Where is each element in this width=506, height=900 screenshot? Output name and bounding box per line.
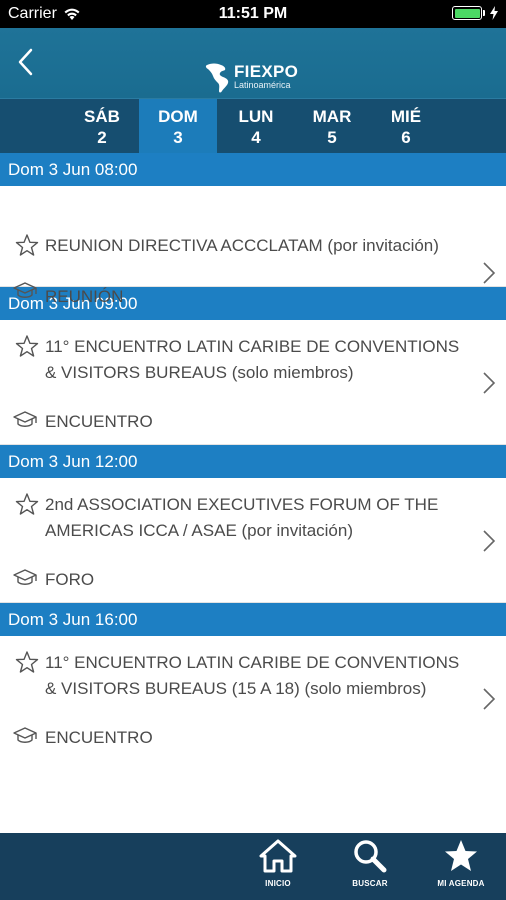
event-list: Dom 3 Jun 08:00 REUNION DIRECTIVA ACCCLA…	[0, 153, 506, 761]
tab-day-lun[interactable]: LUN 4	[217, 99, 295, 154]
event-title: 11° ENCUENTRO LATIN CARIBE DE CONVENTION…	[45, 337, 460, 382]
star-filled-icon	[445, 840, 477, 871]
star-outline-icon[interactable]	[14, 492, 40, 518]
graduation-cap-icon	[13, 282, 37, 298]
status-time: 11:51 PM	[218, 5, 288, 22]
day-tab-num: 5	[327, 128, 337, 147]
day-tabs: SÁB 2 DOM 3 LUN 4 MAR 5 MIÉ 6	[0, 98, 506, 154]
section-header: Dom 3 Jun 08:00	[0, 153, 506, 186]
event-title: REUNION DIRECTIVA ACCCLATAM (por invitac…	[45, 236, 439, 255]
battery-icon	[452, 6, 485, 20]
search-icon	[354, 840, 387, 873]
graduation-cap-icon	[13, 411, 37, 427]
event-type: FORO	[45, 570, 95, 589]
star-outline-icon[interactable]	[14, 233, 40, 259]
tab-inicio[interactable]: INICIO	[248, 839, 308, 888]
event-type: ENCUENTRO	[45, 728, 153, 747]
event-row[interactable]: REUNION DIRECTIVA ACCCLATAM (por invitac…	[0, 186, 506, 306]
chevron-left-icon	[18, 48, 33, 76]
logo-title: FIEXPO	[234, 62, 299, 81]
day-tab-num: 2	[97, 128, 107, 147]
day-tab-dow: MIÉ	[390, 107, 422, 126]
tab-day-mie[interactable]: MIÉ 6	[367, 99, 445, 154]
back-button[interactable]	[10, 44, 40, 80]
app-logo: FIEXPO Latinoamérica	[200, 61, 310, 95]
home-icon	[259, 839, 297, 873]
chevron-right-icon	[483, 372, 496, 394]
day-tab-num: 6	[401, 128, 411, 147]
day-tab-dow: LUN	[238, 107, 274, 126]
event-type: ENCUENTRO	[45, 412, 153, 431]
graduation-cap-icon	[13, 569, 37, 585]
tab-mi-agenda[interactable]: MI AGENDA	[431, 839, 491, 888]
nav-header: FIEXPO Latinoamérica	[0, 28, 506, 98]
event-title: 11° ENCUENTRO LATIN CARIBE DE CONVENTION…	[45, 653, 460, 698]
section-header: Dom 3 Jun 12:00	[0, 445, 506, 478]
americas-map-icon	[205, 63, 229, 93]
tab-day-sab[interactable]: SÁB 2	[63, 99, 141, 154]
tab-label: MI AGENDA	[437, 879, 485, 888]
charging-bolt-icon	[490, 6, 498, 20]
status-bar: Carrier 11:51 PM	[0, 0, 506, 28]
tab-buscar[interactable]: BUSCAR	[340, 839, 400, 888]
day-tab-dow: SÁB	[84, 107, 120, 126]
day-tab-num: 4	[251, 128, 261, 147]
battery-fill	[454, 8, 480, 18]
event-row[interactable]: 11° ENCUENTRO LATIN CARIBE DE CONVENTION…	[0, 320, 506, 445]
bottom-tab-bar: INICIO BUSCAR MI AGENDA	[0, 833, 506, 900]
tab-label: INICIO	[265, 879, 291, 888]
chevron-right-icon	[483, 530, 496, 552]
logo-subtitle: Latinoamérica	[234, 80, 291, 90]
graduation-cap-icon	[13, 727, 37, 743]
event-title: 2nd ASSOCIATION EXECUTIVES FORUM OF THE …	[45, 495, 439, 540]
tab-day-dom[interactable]: DOM 3	[139, 99, 217, 154]
day-tab-num: 3	[173, 128, 183, 147]
chevron-right-icon	[483, 262, 496, 284]
tab-label: BUSCAR	[352, 879, 388, 888]
status-right	[452, 6, 498, 20]
day-tab-dow: DOM	[158, 107, 198, 126]
tab-day-mar[interactable]: MAR 5	[293, 99, 371, 154]
star-outline-icon[interactable]	[14, 650, 40, 676]
event-type: REUNIÓN	[45, 287, 124, 306]
event-row[interactable]: 2nd ASSOCIATION EXECUTIVES FORUM OF THE …	[0, 478, 506, 603]
chevron-right-icon	[483, 688, 496, 710]
section-header: Dom 3 Jun 16:00	[0, 603, 506, 636]
star-outline-icon[interactable]	[14, 334, 40, 360]
event-row[interactable]: 11° ENCUENTRO LATIN CARIBE DE CONVENTION…	[0, 636, 506, 761]
day-tab-dow: MAR	[312, 107, 352, 126]
